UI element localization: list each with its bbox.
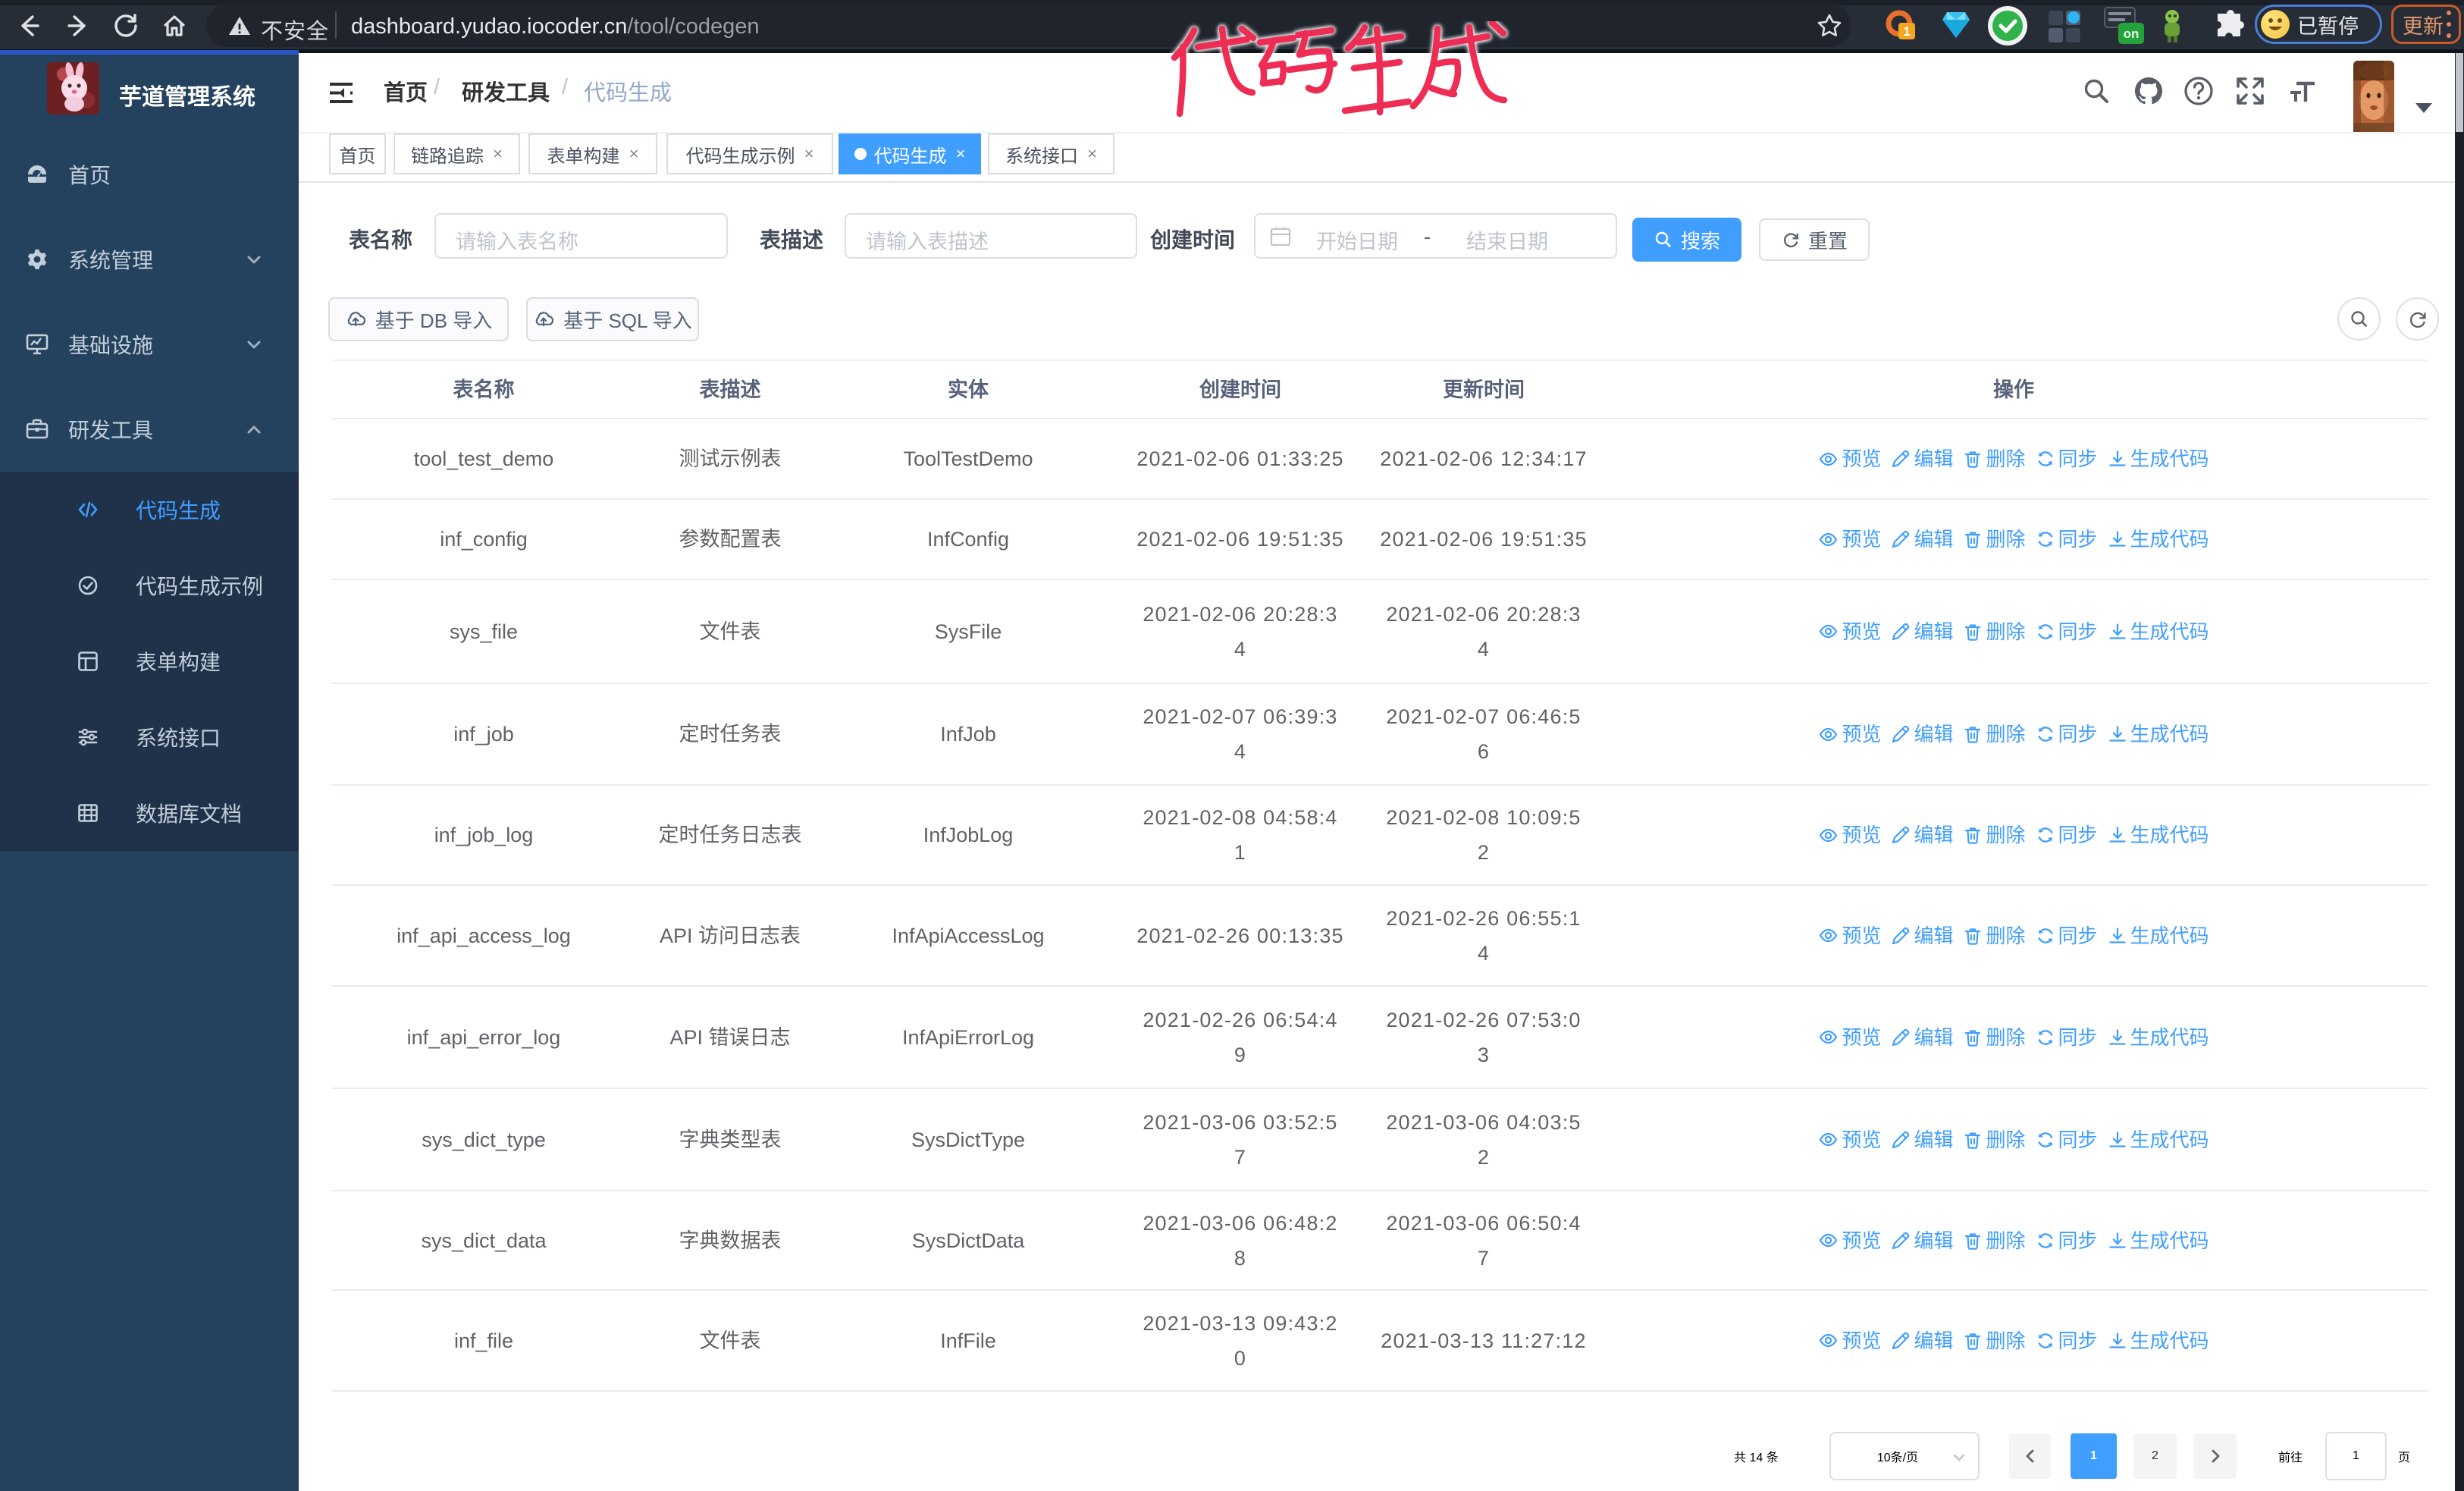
svg-text:1: 1 [1903, 24, 1910, 39]
svg-text:on: on [2124, 27, 2140, 41]
